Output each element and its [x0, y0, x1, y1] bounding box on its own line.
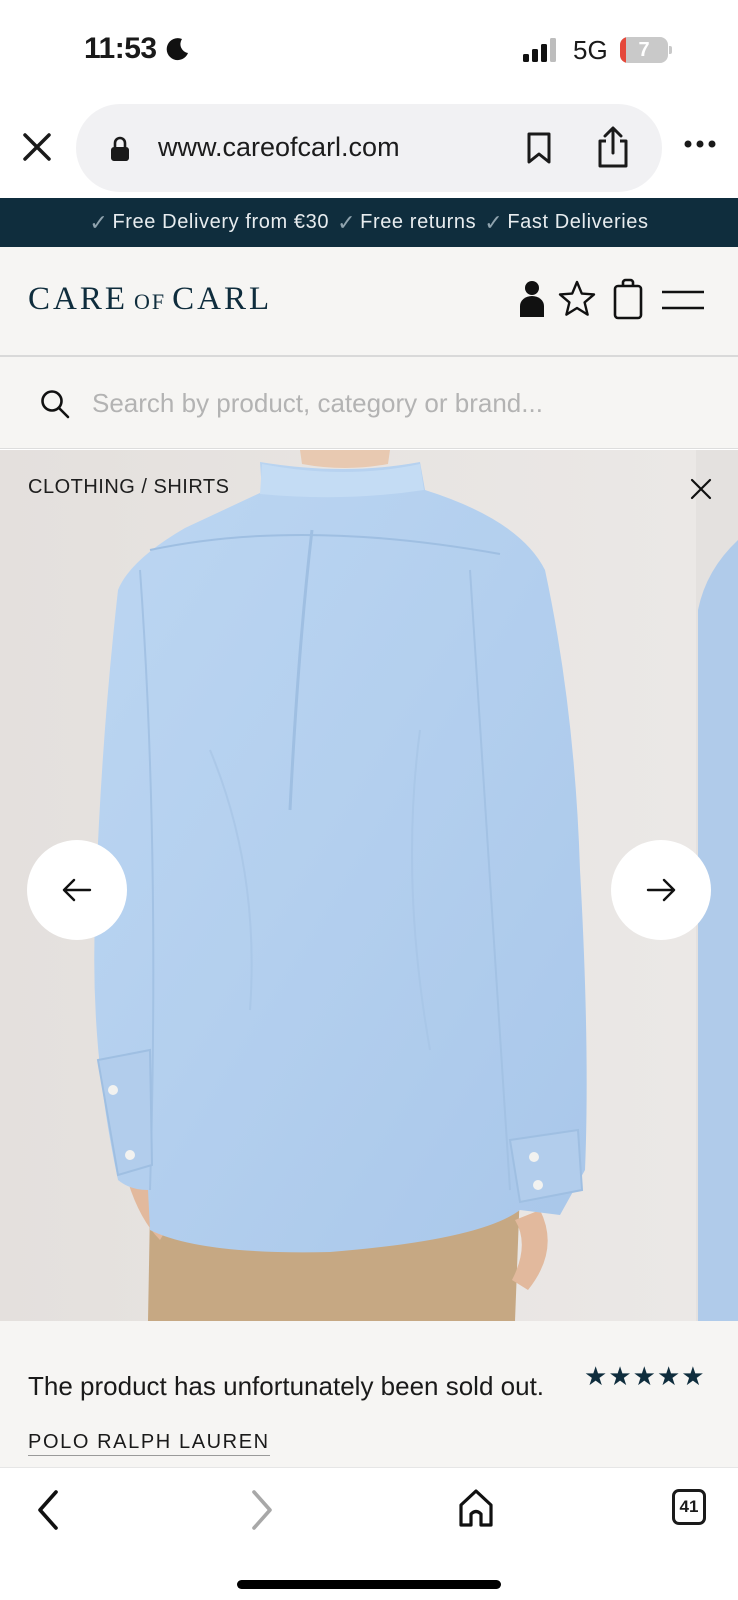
close-icon[interactable]: [690, 478, 712, 500]
arrow-right-icon: [646, 878, 676, 902]
promo-item: ✓ Free Delivery from €30: [89, 210, 329, 236]
site-logo[interactable]: CARE OF CARL: [28, 281, 272, 318]
product-gallery[interactable]: CLOTHING / SHIRTS: [0, 450, 738, 1321]
star-icon: ★: [584, 1361, 608, 1391]
star-icon: ★: [656, 1361, 681, 1391]
tabs-icon[interactable]: 41: [672, 1489, 706, 1525]
arrow-left-icon: [62, 878, 92, 902]
url-field[interactable]: www.careofcarl.com: [76, 104, 662, 192]
browser-address-bar: www.careofcarl.com: [0, 100, 738, 198]
checkmark-icon: ✓: [89, 209, 109, 235]
breadcrumb[interactable]: CLOTHING / SHIRTS: [28, 476, 230, 499]
promo-text: Free Delivery from €30: [112, 211, 330, 233]
bookmark-icon[interactable]: [526, 132, 552, 164]
star-icon: ★: [608, 1361, 632, 1391]
menu-icon[interactable]: [662, 288, 704, 312]
search-icon[interactable]: [40, 389, 70, 419]
brand-link[interactable]: POLO RALPH LAUREN: [28, 1431, 270, 1456]
share-icon[interactable]: [596, 126, 630, 168]
forward-icon[interactable]: [248, 1488, 276, 1532]
network-type: 5G: [573, 35, 608, 65]
home-icon[interactable]: [458, 1488, 494, 1528]
star-icon: ★: [632, 1361, 656, 1391]
promo-banner: ✓ Free Delivery from €30 ✓ Free returns …: [0, 198, 738, 247]
logo-part: OF: [134, 289, 167, 314]
bag-icon[interactable]: [613, 278, 643, 320]
moon-icon: [166, 38, 188, 61]
tabs-count: 41: [679, 1497, 699, 1516]
previous-image-button[interactable]: [27, 840, 127, 940]
lock-icon: [111, 136, 129, 161]
status-bar: 11:53 5G 7: [0, 0, 738, 100]
promo-item: ✓ Fast Deliveries: [484, 210, 648, 236]
checkmark-icon: ✓: [337, 209, 357, 235]
checkmark-icon: ✓: [484, 209, 504, 235]
logo-part: CARL: [172, 281, 273, 317]
signal-icon: [523, 38, 556, 62]
search-bar: [0, 357, 738, 449]
sold-out-message: The product has unfortunately been sold …: [28, 1371, 545, 1401]
home-indicator[interactable]: [237, 1580, 501, 1589]
promo-item: ✓ Free returns: [337, 210, 476, 236]
search-input[interactable]: [92, 379, 712, 427]
logo-part: CARE: [28, 281, 129, 317]
browser-toolbar: 41: [0, 1467, 738, 1600]
promo-text: Fast Deliveries: [507, 211, 649, 233]
user-icon[interactable]: [518, 280, 546, 318]
site-header: CARE OF CARL: [0, 247, 738, 357]
rating-stars[interactable]: ★ ★ ★ ★ ★: [584, 1363, 705, 1389]
star-icon[interactable]: [558, 280, 596, 318]
back-icon[interactable]: [34, 1488, 62, 1532]
next-image-button[interactable]: [611, 840, 711, 940]
promo-text: Free returns: [360, 211, 477, 233]
close-icon[interactable]: [20, 130, 54, 164]
more-icon[interactable]: [684, 138, 716, 150]
url-text: www.careofcarl.com: [158, 132, 400, 162]
star-icon: ★: [681, 1361, 705, 1391]
status-time: 11:53: [84, 32, 157, 65]
product-info: The product has unfortunately been sold …: [0, 1321, 738, 1467]
battery-level: 7: [638, 39, 650, 61]
battery-icon: 7: [620, 37, 672, 63]
